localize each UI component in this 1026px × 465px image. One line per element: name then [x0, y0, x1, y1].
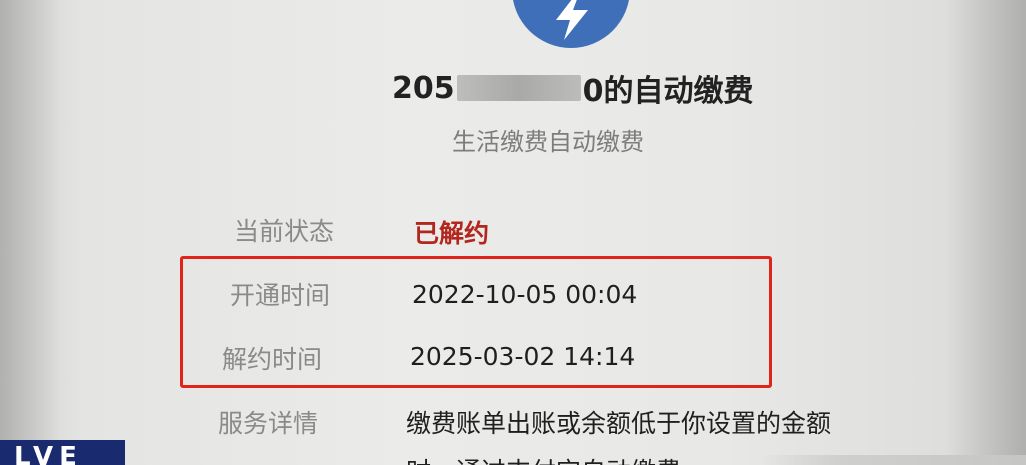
cancelled-time-value: 2025-03-02 14:14 [410, 342, 636, 371]
status-badge: 已解约 [414, 219, 490, 248]
service-detail-text-line2: 时，通过支付宝自动缴费 [406, 452, 681, 465]
page-subtitle: 生活缴费自动缴费 [452, 128, 644, 156]
cancelled-time-label: 解约时间 [222, 345, 323, 374]
channel-watermark: LVE [0, 440, 125, 465]
account-suffix: 0的自动缴费 [582, 74, 754, 109]
page-title: 205 0的自动缴费 [392, 66, 754, 110]
right-shadow [946, 0, 1026, 465]
lightning-bolt-icon [556, 0, 588, 40]
account-prefix: 205 [392, 70, 455, 106]
opened-time-label: 开通时间 [230, 281, 331, 310]
redacted-account-number [456, 75, 581, 101]
opened-time-value: 2022-10-05 00:04 [412, 280, 638, 309]
service-detail-text-line1: 缴费账单出账或余额低于你设置的金额 [406, 409, 832, 438]
photo-of-phone-screen: 205 0的自动缴费 生活缴费自动缴费 当前状态 已解约 开通时间 2022-1… [0, 0, 1026, 465]
left-shadow [0, 0, 60, 465]
status-label: 当前状态 [234, 217, 335, 246]
bottom-edge-strip [760, 455, 1026, 465]
service-logo [512, 0, 630, 48]
service-detail-label: 服务详情 [218, 409, 319, 438]
